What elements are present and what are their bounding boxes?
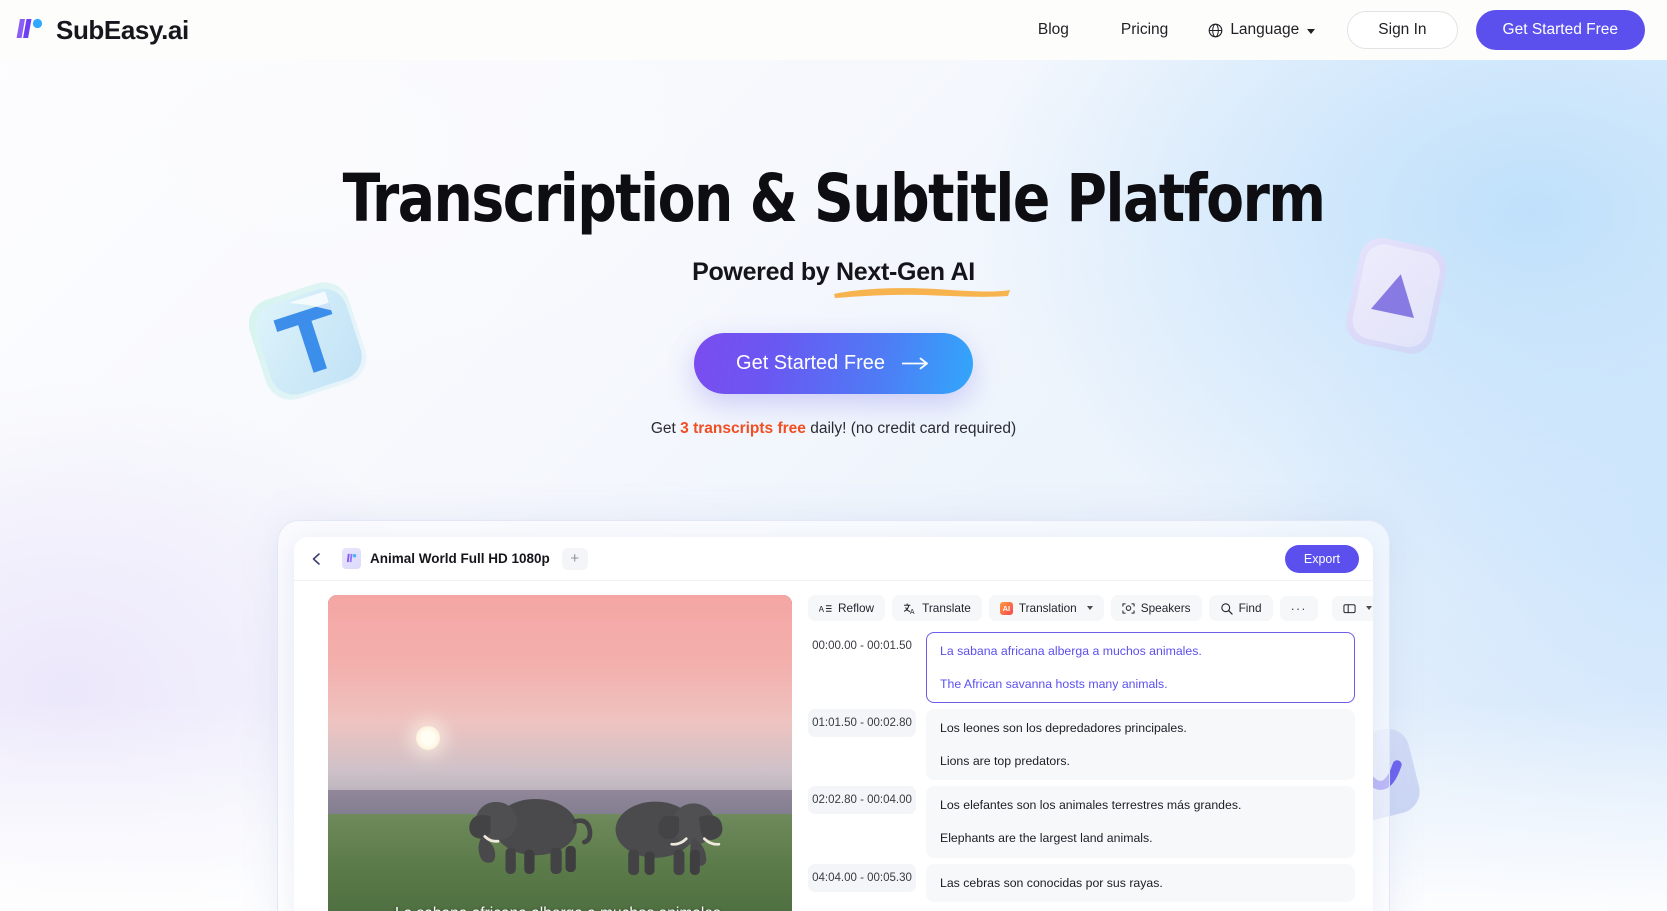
toolbar-find-label: Find xyxy=(1238,601,1262,615)
hero-cta-label: Get Started Free xyxy=(736,351,885,374)
subtitle-timecode[interactable]: 04:04.00 - 00:05.30 xyxy=(808,863,916,892)
hero-subtitle-highlight: Next-Gen AI xyxy=(836,257,975,286)
app-header: Animal World Full HD 1080p + Export xyxy=(294,537,1373,581)
brand-logo[interactable]: SubEasy.ai xyxy=(16,15,189,46)
landing-page: SubEasy.ai Blog Pricing Language Sign In… xyxy=(0,0,1667,911)
subtitle-timecode[interactable]: 01:01.50 - 00:02.80 xyxy=(808,709,916,738)
subtitle-text-block[interactable]: Los leones son los depredadores principa… xyxy=(926,709,1355,781)
hero-subtitle-prefix: Powered by xyxy=(692,257,837,286)
hero-subtitle: Powered by Next-Gen AI xyxy=(692,257,1011,298)
toolbar-translation-label: Translation xyxy=(1018,601,1077,615)
subtitle-target-text: Lions are top predators. xyxy=(940,753,1070,768)
svg-text:A: A xyxy=(910,609,915,615)
subtitle-editor: A Reflow A Translate AI Translation Spea… xyxy=(808,595,1373,911)
subtitle-source-text: Las cebras son conocidas por sus rayas. xyxy=(940,875,1163,890)
subtitle-target-text: Elephants are the largest land animals. xyxy=(940,830,1153,845)
toolbar-find-button[interactable]: Find xyxy=(1208,595,1273,621)
subtitle-timecode[interactable]: 02:02.80 - 00:04.00 xyxy=(808,786,916,815)
hero-cta-note: Get 3 transcripts free daily! (no credit… xyxy=(0,420,1667,438)
subtitle-text-block[interactable]: La sabana africana alberga a muchos anim… xyxy=(926,632,1355,704)
nav-link-blog[interactable]: Blog xyxy=(1012,13,1095,47)
ai-badge-icon: AI xyxy=(999,601,1013,615)
nav-language-selector[interactable]: Language xyxy=(1194,13,1333,47)
video-sun xyxy=(416,725,441,750)
app-mockup: Animal World Full HD 1080p + Export A Re… xyxy=(294,537,1373,911)
toolbar-more-button[interactable]: ··· xyxy=(1279,595,1318,621)
hero-cta-row: Get Started Free xyxy=(0,332,1667,394)
subtitle-row[interactable]: 02:02.80 - 00:04.00 Los elefantes son lo… xyxy=(808,786,1355,858)
video-caption-overlay: La sabana africana alberga a muchos anim… xyxy=(328,905,792,911)
elephant-icon xyxy=(616,801,723,875)
subtitle-source-text: Los leones son los depredadores principa… xyxy=(940,721,1187,736)
subtitle-row[interactable]: 00:00.00 - 00:01.50 La sabana africana a… xyxy=(808,632,1355,704)
chevron-down-icon xyxy=(1365,606,1372,610)
subtitle-source-text: La sabana africana alberga a muchos anim… xyxy=(940,644,1202,658)
toolbar-layout-button[interactable] xyxy=(1331,595,1373,621)
reflow-icon: A xyxy=(819,603,832,613)
layout-icon xyxy=(1342,603,1356,613)
hero-get-started-button[interactable]: Get Started Free xyxy=(694,332,973,394)
sign-in-button[interactable]: Sign In xyxy=(1347,11,1458,49)
search-icon xyxy=(1220,602,1233,615)
hero-subtitle-highlight-wrap: Next-Gen AI xyxy=(834,257,1011,298)
hero-note-suffix: daily! (no credit card required) xyxy=(805,419,1017,437)
export-button[interactable]: Export xyxy=(1284,544,1359,573)
elephant-icon xyxy=(469,799,593,875)
subtitle-list[interactable]: 00:00.00 - 00:01.50 La sabana africana a… xyxy=(808,632,1355,911)
subtitle-text-block[interactable]: Los elefantes son los animales terrestre… xyxy=(926,786,1355,858)
toolbar-reflow-label: Reflow xyxy=(838,601,875,615)
brand-name: SubEasy.ai xyxy=(56,14,189,45)
chevron-down-icon xyxy=(1307,29,1316,34)
video-caption-source: La sabana africana alberga a muchos anim… xyxy=(342,905,778,911)
toolbar-translate-label: Translate xyxy=(922,601,971,615)
project-tab[interactable]: Animal World Full HD 1080p xyxy=(342,548,550,569)
hero-subtitle-row: Powered by Next-Gen AI xyxy=(0,257,1667,298)
subtitle-text-block[interactable]: Las cebras son conocidas por sus rayas. xyxy=(926,863,1355,903)
document-icon xyxy=(342,548,361,569)
translate-icon: A xyxy=(903,602,915,615)
toolbar-speakers-button[interactable]: Speakers xyxy=(1110,595,1202,621)
speakers-icon xyxy=(1122,602,1135,614)
nav-link-pricing[interactable]: Pricing xyxy=(1095,13,1194,47)
toolbar-speakers-label: Speakers xyxy=(1140,601,1191,615)
toolbar-translation-dropdown[interactable]: AI Translation xyxy=(988,595,1104,621)
globe-icon xyxy=(1208,23,1223,37)
hero-note-prefix: Get xyxy=(650,419,681,437)
underline-brush-icon xyxy=(834,288,1011,298)
nav-links: Blog Pricing Language Sign In Get Starte… xyxy=(1012,10,1667,50)
video-sky xyxy=(328,595,792,815)
app-body: La sabana africana alberga a muchos anim… xyxy=(294,581,1373,911)
svg-text:A: A xyxy=(819,603,825,613)
subtitle-timecode[interactable]: 00:00.00 - 00:01.50 xyxy=(808,632,916,660)
hero-section: Transcription & Subtitle Platform Powere… xyxy=(0,60,1667,438)
subtitle-row[interactable]: 01:01.50 - 00:02.80 Los leones son los d… xyxy=(808,709,1355,781)
page-title: Transcription & Subtitle Platform xyxy=(342,160,1326,237)
top-navigation-bar: SubEasy.ai Blog Pricing Language Sign In… xyxy=(0,0,1667,60)
nav-language-label: Language xyxy=(1230,21,1300,38)
add-tab-button[interactable]: + xyxy=(561,547,588,570)
subeasy-logo-icon xyxy=(16,18,43,38)
toolbar-reflow-button[interactable]: A Reflow xyxy=(808,595,886,621)
subtitle-source-text: Los elefantes son los animales terrestre… xyxy=(940,798,1242,813)
more-icon: ··· xyxy=(1290,600,1307,616)
subtitle-row[interactable]: 04:04.00 - 00:05.30 Las cebras son conoc… xyxy=(808,863,1355,903)
toolbar-translate-button[interactable]: A Translate xyxy=(892,595,982,621)
editor-toolbar: A Reflow A Translate AI Translation Spea… xyxy=(808,595,1373,632)
video-preview[interactable]: La sabana africana alberga a muchos anim… xyxy=(328,595,792,911)
nav-get-started-button[interactable]: Get Started Free xyxy=(1475,10,1645,50)
arrow-right-icon xyxy=(901,357,928,370)
subtitle-target-text: The African savanna hosts many animals. xyxy=(940,676,1168,691)
project-tab-title: Animal World Full HD 1080p xyxy=(370,551,550,566)
chevron-down-icon xyxy=(1086,606,1093,610)
app-mockup-frame: Animal World Full HD 1080p + Export A Re… xyxy=(277,520,1390,911)
chevron-left-icon[interactable] xyxy=(310,552,324,566)
hero-note-highlight: 3 transcripts free xyxy=(680,419,806,437)
